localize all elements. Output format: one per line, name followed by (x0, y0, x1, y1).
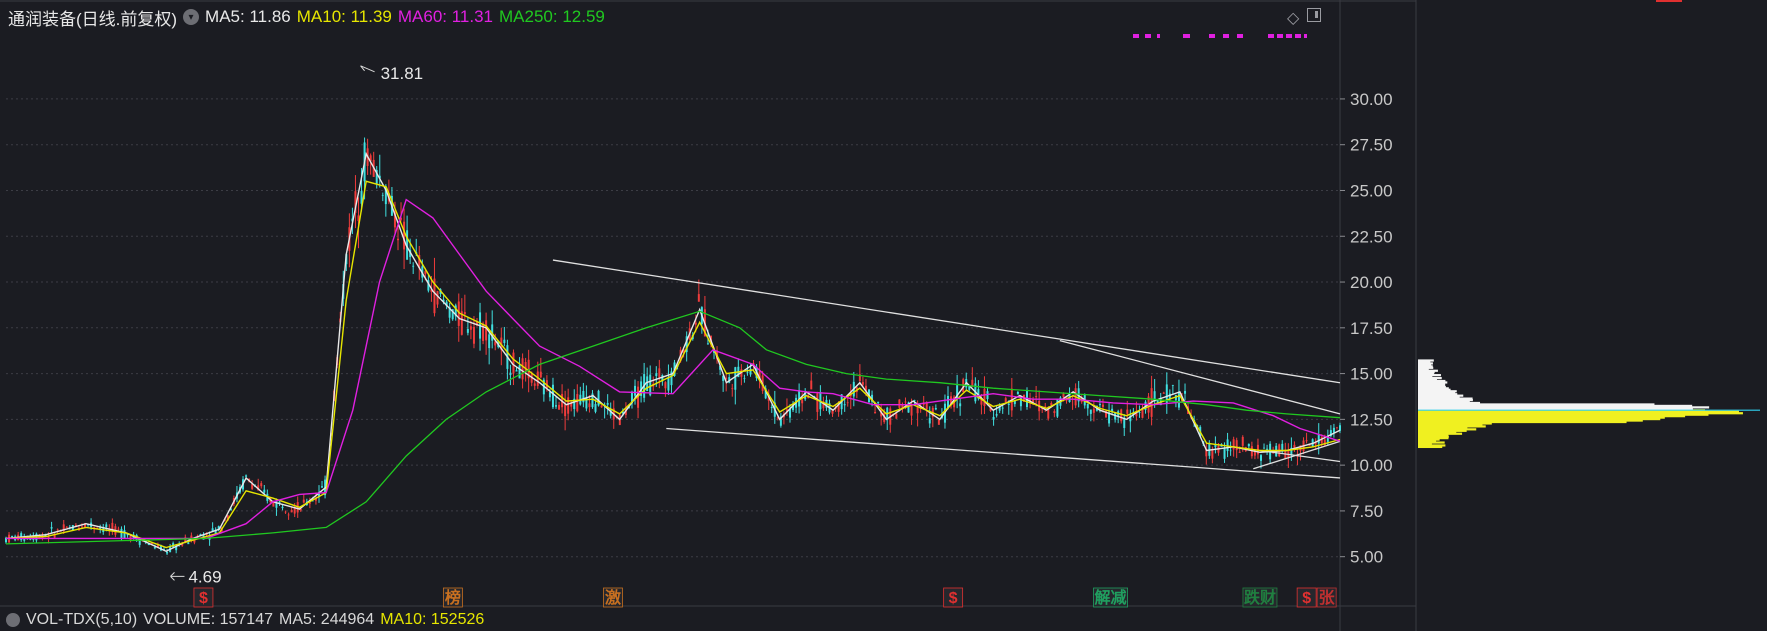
y-tick-label: 15.00 (1350, 365, 1393, 384)
volume-value: VOLUME: 157147 (143, 611, 273, 628)
ma10-readout: MA10: 11.39 (296, 7, 392, 26)
panel-toggle-icon[interactable] (1307, 8, 1322, 22)
series-ma60 (6, 198, 1341, 540)
event-marker: 解减 (1095, 588, 1127, 607)
volume-ma10: MA10: 152526 (380, 611, 485, 628)
high-label: 31.81 (381, 64, 424, 83)
trend-line (666, 427, 1341, 479)
event-marker: $ (199, 590, 208, 607)
y-tick-label: 12.50 (1350, 410, 1393, 429)
diamond-icon[interactable]: ◇ (1287, 8, 1299, 28)
y-tick-label: 17.50 (1350, 319, 1393, 338)
y-tick-label: 22.50 (1350, 227, 1393, 246)
series-ma5 (5, 151, 1341, 552)
ma5-readout: MA5: 11.86 (205, 7, 291, 26)
chart-toolbar: ◇ (1287, 8, 1322, 28)
y-tick-label: 20.00 (1350, 273, 1393, 292)
series-ma250 (5, 310, 1341, 545)
chart-area: 30.00 27.50 25.00 22.50 20.00 17.50 15.00 12.50… (0, 0, 1767, 631)
chip-distribution-bar (1418, 359, 1434, 362)
dropdown-icon[interactable]: ▾ (183, 9, 200, 25)
y-tick-label: 7.50 (1350, 502, 1383, 521)
low-arrow (170, 572, 185, 581)
chart-header: 通润装备(日线.前复权) ▾ MA5: 11.86 MA10: 11.39 MA… (8, 6, 605, 29)
y-tick-label: 27.50 (1350, 136, 1393, 155)
y-tick-label: 10.00 (1350, 456, 1393, 475)
event-marker: $ (949, 590, 958, 607)
event-marker: 榜 (445, 588, 461, 607)
stock-title: 通润装备(日线.前复权) (8, 9, 178, 29)
kline-chart: 30.00 27.50 25.00 22.50 20.00 17.50 15.00 12.50… (0, 0, 1760, 631)
event-marker: $ (1302, 590, 1311, 607)
volume-indicator-label: VOL-TDX(5,10) (26, 611, 138, 628)
y-tick-label: 25.00 (1350, 181, 1393, 200)
trend-line (1059, 339, 1341, 415)
ma60-readout: MA60: 11.31 (397, 7, 494, 26)
trend-line (552, 259, 1341, 384)
y-tick-label: 30.00 (1350, 90, 1393, 109)
y-tick-label: 5.00 (1350, 548, 1383, 567)
volume-dropdown-icon[interactable] (6, 613, 20, 627)
volume-ma5: MA5: 244964 (279, 611, 375, 628)
event-marker: 激 (605, 588, 621, 607)
event-marker: 跌财 (1244, 588, 1276, 607)
top-right-marker (1656, 0, 1682, 2)
high-arrow (360, 65, 375, 73)
event-marker: 张 (1319, 589, 1336, 607)
ma250-readout: MA250: 12.59 (499, 7, 605, 26)
volume-header: VOL-TDX(5,10) VOLUME: 157147 MA5: 244964… (6, 611, 484, 629)
low-label: 4.69 (188, 567, 221, 586)
